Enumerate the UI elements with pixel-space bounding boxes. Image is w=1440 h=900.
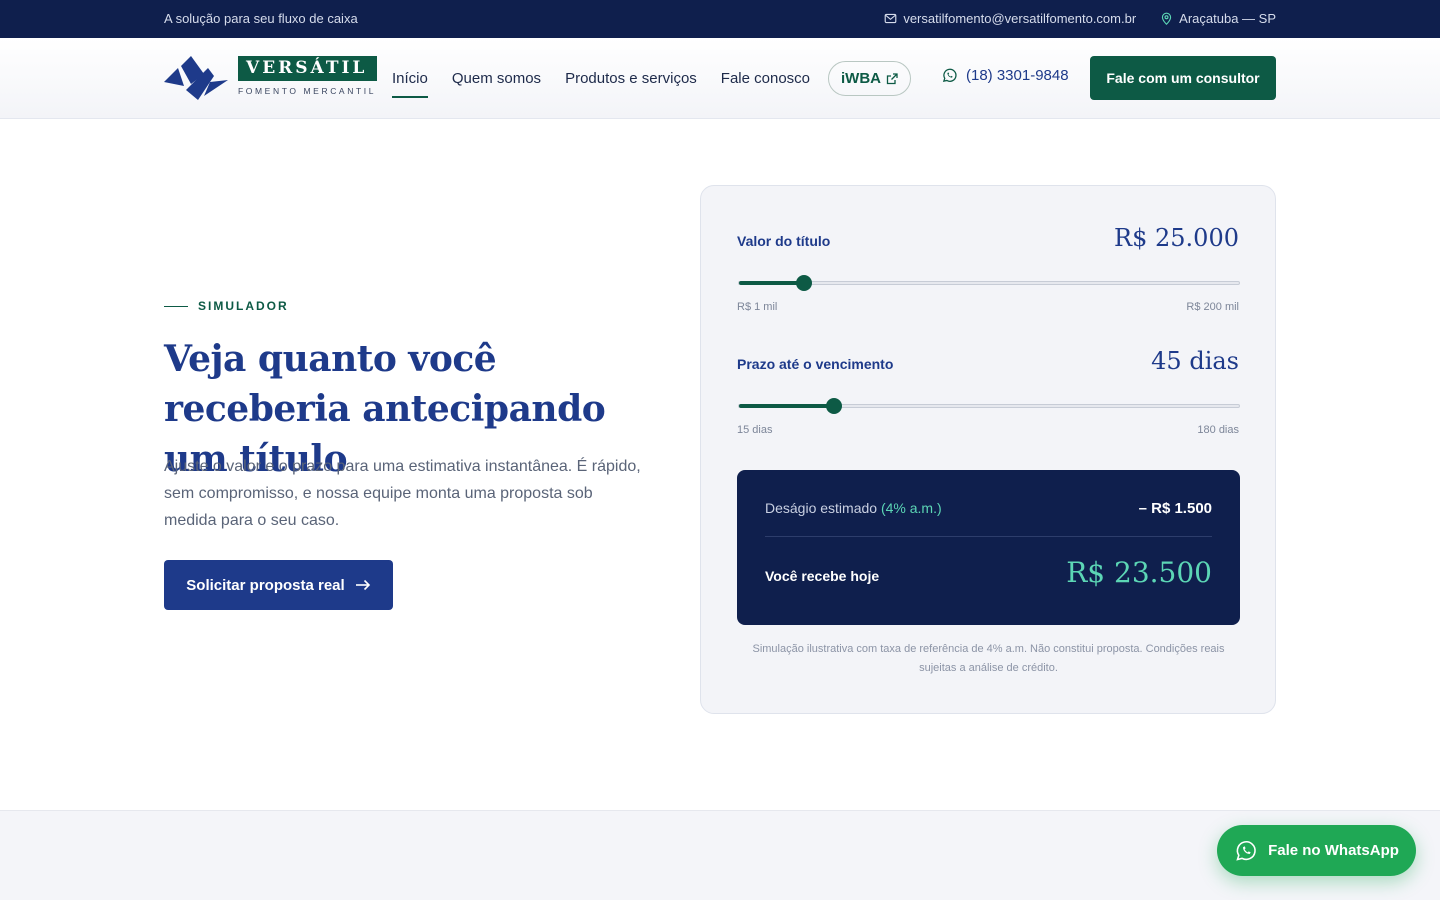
value-slider[interactable] [738,275,1240,291]
location: Araçatuba — SP [1160,11,1276,26]
tagline: A solução para seu fluxo de caixa [164,11,358,26]
term-slider-thumb[interactable] [826,398,842,414]
whatsapp-label: Fale no WhatsApp [1268,842,1399,859]
nav-item-quem-somos[interactable]: Quem somos [452,70,541,87]
nav-item-fale-conosco[interactable]: Fale conosco [721,70,810,87]
simulation-disclaimer: Simulação ilustrativa com taxa de referê… [752,643,1225,674]
whatsapp-icon [1236,840,1256,861]
request-proposal-button[interactable]: Solicitar proposta real [164,560,393,610]
eyebrow-line [164,305,188,307]
value-display: R$ 25.000 [1114,224,1239,252]
map-pin-icon [1162,12,1172,25]
phone-link[interactable]: (18) 3301-9848 [941,67,1069,84]
phone-text: (18) 3301-9848 [966,67,1069,84]
simulator-card: Valor do título R$ 25.000 R$ 1 mil R$ 20… [700,185,1276,714]
value-max-label: R$ 200 mil [1186,301,1239,313]
result-divider [765,536,1212,537]
term-max-label: 180 dias [1197,424,1239,436]
receive-label: Você recebe hoje [765,568,880,584]
email-text: versatilfomento@versatilfomento.com.br [903,11,1137,26]
email-link[interactable]: versatilfomento@versatilfomento.com.br [884,11,1136,26]
term-slider-fill [739,404,834,408]
contact-consultant-button[interactable]: Fale com um consultor [1090,56,1276,100]
discount-label-text: Deságio estimado [765,500,878,516]
top-bar: A solução para seu fluxo de caixa versat… [0,0,1440,38]
location-text: Araçatuba — SP [1179,11,1276,26]
nav-item-produtos[interactable]: Produtos e serviços [565,70,697,87]
term-min-label: 15 dias [737,424,773,436]
discount-label: Deságio estimado (4% a.m.) [765,500,942,516]
nav-item-inicio[interactable]: Início [392,70,428,98]
main-nav: Início Quem somos Produtos e serviços Fa… [392,38,810,118]
term-label: Prazo até o vencimento [737,356,894,372]
logo-wordmark: VERSÁTIL [238,56,378,81]
logo-subtitle: FOMENTO MERCANTIL [238,86,377,96]
hero-lead: Ajuste o valor e o prazo para uma estima… [164,458,641,529]
request-proposal-label: Solicitar proposta real [186,576,345,594]
value-min-label: R$ 1 mil [737,301,778,313]
section-eyebrow: SIMULADOR [164,299,289,313]
whatsapp-icon [942,68,957,83]
value-slider-thumb[interactable] [796,275,812,291]
term-display: 45 dias [1151,347,1239,375]
main-header: VERSÁTIL FOMENTO MERCANTIL Início Quem s… [0,38,1440,119]
receive-value: R$ 23.500 [1066,556,1212,589]
term-slider[interactable] [738,398,1240,414]
logo-mark-icon [164,56,228,100]
mail-icon [884,13,897,24]
logo[interactable]: VERSÁTIL FOMENTO MERCANTIL [164,56,378,100]
discount-rate: (4% a.m.) [880,500,942,516]
value-label: Valor do título [737,233,831,249]
arrow-right-icon [355,579,370,591]
iwba-label: iWBA [841,70,881,87]
discount-value: – R$ 1.500 [1138,500,1212,517]
whatsapp-float-button[interactable]: Fale no WhatsApp [1217,825,1416,876]
value-slider-fill [739,281,804,285]
iwba-button[interactable]: iWBA [828,61,911,96]
eyebrow-text: SIMULADOR [198,299,289,313]
external-link-icon [886,72,898,84]
result-panel: Deságio estimado (4% a.m.) – R$ 1.500 Vo… [737,470,1240,625]
